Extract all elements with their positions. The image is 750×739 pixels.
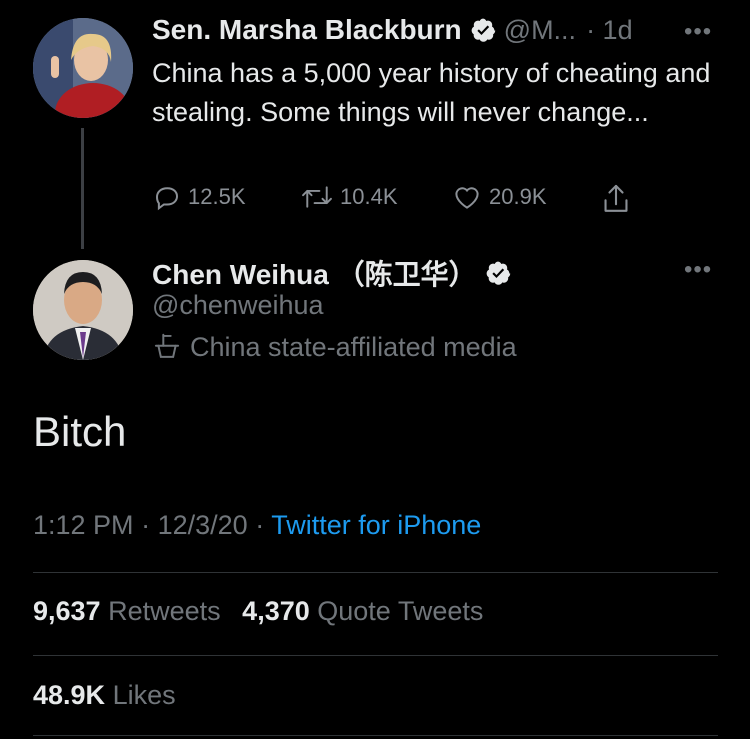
state-media-label[interactable]: China state-affiliated media [152, 331, 517, 363]
reply-icon [155, 187, 179, 211]
tweet1-header: Sen. Marsha Blackburn @M... · 1d [152, 14, 633, 46]
quotes-label: Quote Tweets [317, 596, 484, 626]
tweet1-handle[interactable]: @M... [504, 15, 576, 46]
tweet1-text: China has a 5,000 year history of cheati… [152, 58, 711, 127]
thread-line [81, 128, 84, 249]
tweet2-handle[interactable]: @chenweihua [152, 290, 324, 321]
retweets-label: Retweets [108, 596, 221, 626]
tweet1-author-name[interactable]: Sen. Marsha Blackburn [152, 14, 462, 46]
avatar-marsha-blackburn[interactable] [33, 18, 133, 118]
tweet-date[interactable]: 12/3/20 [158, 510, 248, 540]
divider [33, 572, 718, 573]
reply-count: 12.5K [188, 184, 246, 209]
verified-icon [471, 18, 495, 42]
engagement-stats: 9,637 Retweets 4,370 Quote Tweets [33, 596, 483, 627]
retweet-button[interactable]: 10.4K [300, 182, 398, 212]
likes-stat[interactable]: 48.9K Likes [33, 680, 176, 711]
divider [33, 655, 718, 656]
avatar-chen-weihua[interactable] [33, 260, 133, 360]
retweet-icon [302, 186, 332, 208]
like-button[interactable]: 20.9K [451, 182, 547, 212]
share-icon [604, 184, 628, 212]
likes-label: Likes [112, 680, 176, 710]
divider [33, 735, 718, 736]
likes-count: 48.9K [33, 680, 106, 710]
retweet-count: 10.4K [340, 184, 398, 209]
tweet2-text: Bitch [33, 408, 127, 455]
tweet2-header: Chen Weihua （陈卫华） [152, 253, 519, 293]
quotes-count: 4,370 [242, 596, 310, 626]
state-media-icon [154, 333, 180, 358]
share-button[interactable] [600, 182, 638, 216]
like-icon [455, 187, 479, 209]
tweet-source-link[interactable]: Twitter for iPhone [271, 510, 481, 540]
like-count: 20.9K [489, 184, 547, 209]
state-media-text: China state-affiliated media [190, 331, 517, 362]
quote-tweets-stat[interactable]: 4,370 Quote Tweets [242, 596, 483, 626]
retweets-stat[interactable]: 9,637 Retweets [33, 596, 221, 626]
tweet1-more-icon[interactable]: ••• [684, 18, 712, 46]
tweet1-time[interactable]: · 1d [586, 15, 633, 46]
tweet-meta: 1:12 PM · 12/3/20 · Twitter for iPhone [33, 510, 482, 540]
retweets-count: 9,637 [33, 596, 101, 626]
tweet-time[interactable]: 1:12 PM [33, 510, 134, 540]
reply-button[interactable]: 12.5K [152, 182, 246, 212]
tweet2-author-name[interactable]: Chen Weihua （陈卫华） [152, 253, 477, 293]
verified-icon [486, 261, 510, 285]
tweet2-more-icon[interactable]: ••• [684, 256, 712, 284]
